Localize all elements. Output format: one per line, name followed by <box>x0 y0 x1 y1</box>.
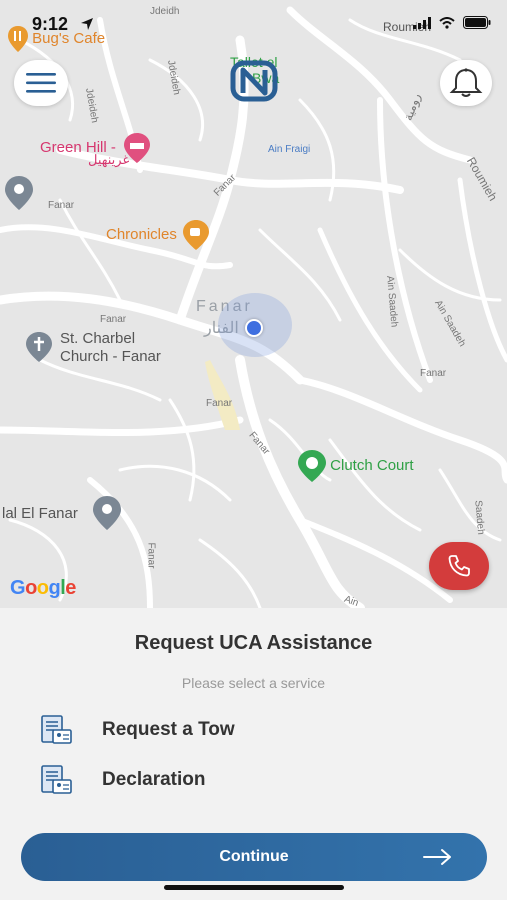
poi-clutch-court-label: Clutch Court <box>330 456 414 474</box>
service-request-tow[interactable]: Request a Tow <box>40 710 460 750</box>
current-location-dot <box>245 319 263 337</box>
street-label: Fanar <box>100 314 127 325</box>
poi-clutch-court[interactable]: Clutch Court <box>298 450 414 482</box>
google-logo-letter: o <box>36 577 49 599</box>
google-logo-letter: e <box>65 577 76 599</box>
street-label: Ain Fraigi <box>268 144 311 155</box>
google-logo: Google <box>10 577 76 600</box>
sheet-subtitle: Please select a service <box>181 675 326 691</box>
google-logo-letter: o <box>25 577 37 599</box>
poi-bugs-cafe-label: Bug's Cafe <box>32 29 106 47</box>
menu-icon <box>26 73 56 93</box>
cafe-icon <box>183 220 210 250</box>
document-icon <box>41 715 72 744</box>
street-label: Jdeidh <box>150 6 180 17</box>
menu-button[interactable] <box>14 60 68 106</box>
battery-icon <box>463 16 491 29</box>
google-logo-letter: G <box>10 577 26 599</box>
app-logo-icon <box>230 60 278 102</box>
sheet-title: Request UCA Assistance <box>134 632 373 654</box>
poi-tal-el-fanar-label: lal El Fanar <box>2 505 78 522</box>
street-label: Fanar <box>145 542 157 569</box>
status-icons <box>413 16 491 29</box>
service-label: Declaration <box>102 769 206 790</box>
poi-green-hill-arabic: غرينهيل <box>88 152 130 167</box>
bell-icon <box>449 68 483 97</box>
street-label: Fanar <box>206 398 233 409</box>
map-pin-icon[interactable] <box>93 496 121 530</box>
call-button[interactable] <box>429 542 489 590</box>
continue-label: Continue <box>219 848 289 865</box>
map-view[interactable]: 9:12 Roumieh Bug's Cafe Tallet el Bwa Gr… <box>0 0 507 608</box>
service-label: Request a Tow <box>102 719 235 740</box>
street-label: Fanar <box>420 368 447 379</box>
home-indicator <box>164 885 344 890</box>
church-icon <box>26 332 52 362</box>
street-label: Fanar <box>48 200 75 211</box>
google-logo-letter: g <box>48 577 61 599</box>
notifications-button[interactable] <box>440 60 492 106</box>
poi-chronicles-label: Chronicles <box>106 225 177 243</box>
map-pin-icon[interactable] <box>5 176 33 210</box>
poi-tal-el-fanar[interactable]: lal El Fanar <box>2 505 78 522</box>
continue-button[interactable]: Continue <box>21 833 487 881</box>
arrow-right-icon <box>423 849 451 865</box>
assistance-sheet: Request UCA Assistance Please select a s… <box>0 608 507 900</box>
wifi-icon <box>439 16 455 29</box>
park-icon <box>298 450 326 482</box>
service-declaration[interactable]: Declaration <box>40 760 460 800</box>
signal-icon <box>413 16 431 29</box>
poi-chronicles[interactable]: Chronicles <box>106 220 210 250</box>
phone-icon <box>448 555 470 577</box>
restaurant-icon <box>8 26 28 52</box>
poi-bugs-cafe[interactable]: Bug's Cafe <box>8 26 105 52</box>
document-icon <box>41 765 72 794</box>
poi-st-charbel[interactable]: St. Charbel Church - Fanar <box>26 330 161 366</box>
